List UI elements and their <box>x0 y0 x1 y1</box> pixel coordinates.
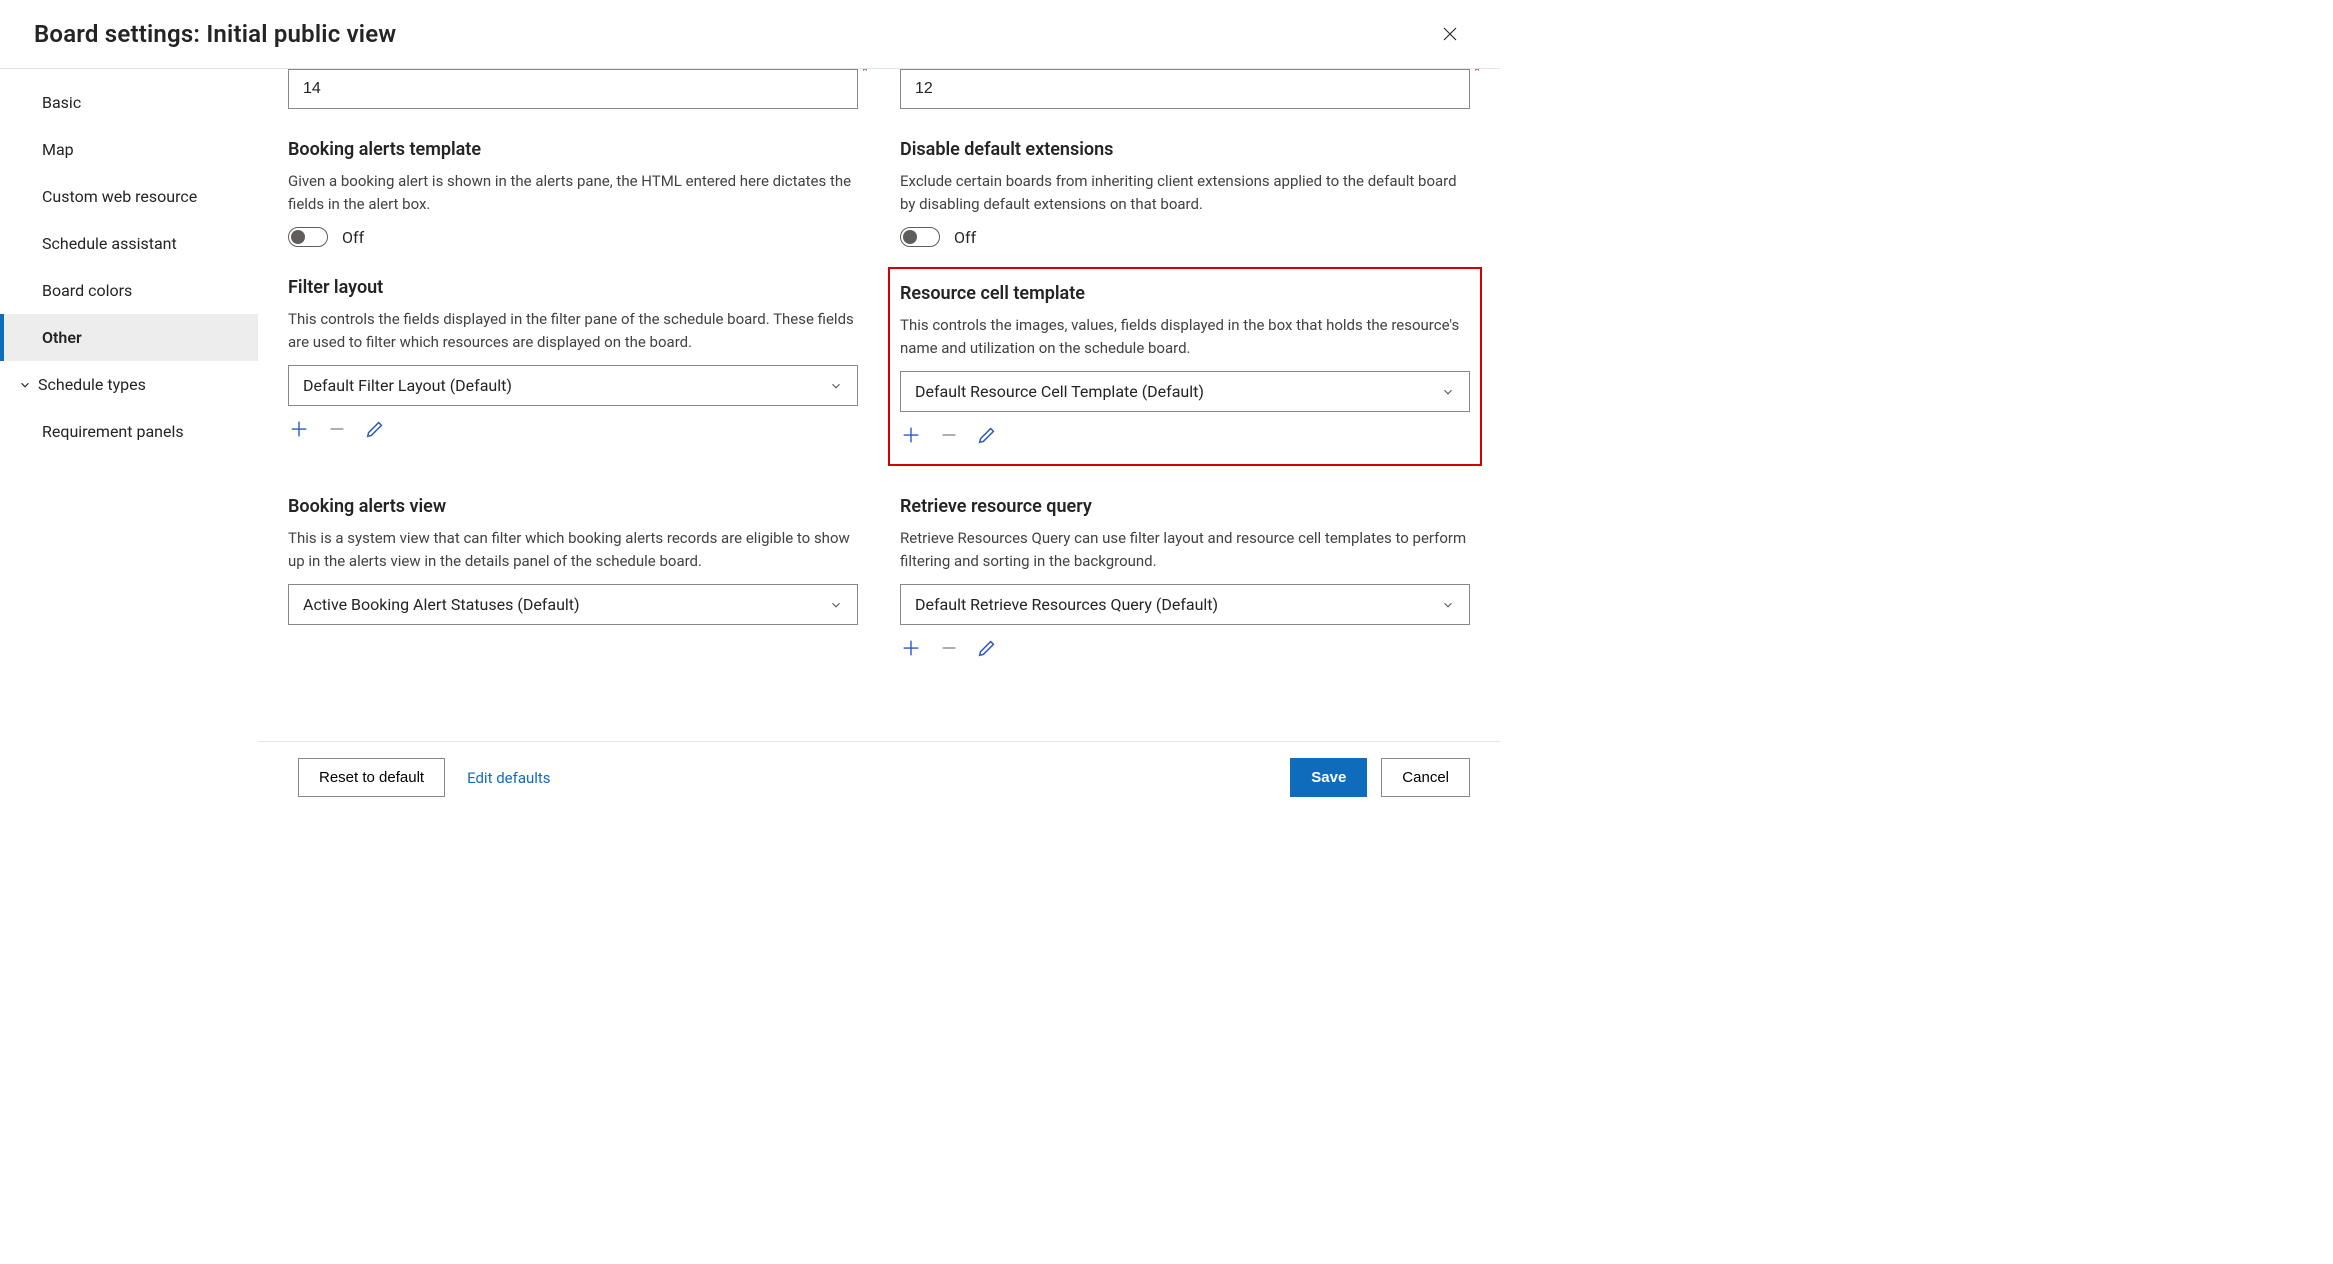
highlight-resource-cell: Resource cell template This controls the… <box>888 267 1482 466</box>
block-title: Retrieve resource query <box>900 496 1470 517</box>
dialog-title: Board settings: Initial public view <box>34 20 396 48</box>
select-resource-cell-template[interactable]: Default Resource Cell Template (Default) <box>900 371 1470 412</box>
field-number-right <box>900 69 1470 109</box>
sidebar-item-other[interactable]: Other <box>0 314 258 361</box>
button-label: Save <box>1311 769 1346 786</box>
select-value: Default Retrieve Resources Query (Defaul… <box>915 595 1218 614</box>
add-button[interactable] <box>900 424 922 446</box>
remove-button[interactable] <box>938 637 960 659</box>
sidebar-item-label: Other <box>42 328 82 347</box>
block-desc: Retrieve Resources Query can use filter … <box>900 527 1470 572</box>
number-input-left[interactable] <box>288 69 858 109</box>
toggle-label: Off <box>342 228 364 247</box>
remove-button[interactable] <box>938 424 960 446</box>
sidebar-item-label: Schedule assistant <box>42 234 177 253</box>
action-row <box>900 637 1470 659</box>
sidebar-item-map[interactable]: Map <box>0 126 258 173</box>
chevron-down-icon <box>829 598 843 612</box>
close-icon <box>1441 25 1459 43</box>
dialog-header: Board settings: Initial public view <box>0 0 1500 69</box>
save-button[interactable]: Save <box>1290 758 1367 797</box>
close-button[interactable] <box>1434 18 1466 50</box>
add-button[interactable] <box>288 418 310 440</box>
sidebar-group-schedule-types[interactable]: Schedule types <box>0 361 258 408</box>
sidebar-item-basic[interactable]: Basic <box>0 79 258 126</box>
block-filter-layout: Filter layout This controls the fields d… <box>288 277 858 466</box>
chevron-down-icon <box>829 379 843 393</box>
sidebar-item-requirement-panels[interactable]: Requirement panels <box>0 408 258 455</box>
button-label: Cancel <box>1402 769 1449 786</box>
block-disable-default-extensions: Disable default extensions Exclude certa… <box>900 139 1470 247</box>
sidebar-item-board-colors[interactable]: Board colors <box>0 267 258 314</box>
edit-button[interactable] <box>364 418 386 440</box>
sidebar-item-label: Requirement panels <box>42 422 184 441</box>
block-booking-alerts-view: Booking alerts view This is a system vie… <box>288 496 858 659</box>
select-value: Active Booking Alert Statuses (Default) <box>303 595 580 614</box>
chevron-down-icon <box>1441 598 1455 612</box>
dialog-body: Basic Map Custom web resource Schedule a… <box>0 69 1500 740</box>
block-title: Filter layout <box>288 277 858 298</box>
sidebar: Basic Map Custom web resource Schedule a… <box>0 69 258 740</box>
cancel-button[interactable]: Cancel <box>1381 758 1470 797</box>
chevron-down-icon <box>18 378 32 392</box>
block-retrieve-resource-query: Retrieve resource query Retrieve Resourc… <box>900 496 1470 659</box>
add-button[interactable] <box>900 637 922 659</box>
toggle-disable-default-extensions[interactable] <box>900 227 940 247</box>
block-desc: This controls the fields displayed in th… <box>288 308 858 353</box>
block-title: Resource cell template <box>900 283 1470 304</box>
field-number-left <box>288 69 858 109</box>
sidebar-item-label: Board colors <box>42 281 132 300</box>
remove-button[interactable] <box>326 418 348 440</box>
select-booking-alerts-view[interactable]: Active Booking Alert Statuses (Default) <box>288 584 858 625</box>
block-desc: This is a system view that can filter wh… <box>288 527 858 572</box>
settings-panel: Booking alerts template Given a booking … <box>258 69 1500 740</box>
select-value: Default Filter Layout (Default) <box>303 376 512 395</box>
edit-defaults-link[interactable]: Edit defaults <box>467 769 550 787</box>
select-retrieve-resource-query[interactable]: Default Retrieve Resources Query (Defaul… <box>900 584 1470 625</box>
block-booking-alerts-template: Booking alerts template Given a booking … <box>288 139 858 247</box>
sidebar-item-custom-web-resource[interactable]: Custom web resource <box>0 173 258 220</box>
edit-button[interactable] <box>976 637 998 659</box>
block-resource-cell-template: Resource cell template This controls the… <box>900 283 1470 446</box>
select-filter-layout[interactable]: Default Filter Layout (Default) <box>288 365 858 406</box>
button-label: Reset to default <box>319 769 424 786</box>
block-title: Disable default extensions <box>900 139 1470 160</box>
sidebar-item-label: Basic <box>42 93 81 112</box>
block-desc: Exclude certain boards from inheriting c… <box>900 170 1470 215</box>
edit-button[interactable] <box>976 424 998 446</box>
chevron-down-icon <box>1441 385 1455 399</box>
link-label: Edit defaults <box>467 769 550 787</box>
dialog-footer: Reset to default Edit defaults Save Canc… <box>258 741 1500 813</box>
sidebar-item-label: Map <box>42 140 74 159</box>
toggle-booking-alerts-template[interactable] <box>288 227 328 247</box>
select-value: Default Resource Cell Template (Default) <box>915 382 1204 401</box>
number-input-right[interactable] <box>900 69 1470 109</box>
sidebar-item-schedule-assistant[interactable]: Schedule assistant <box>0 220 258 267</box>
block-desc: Given a booking alert is shown in the al… <box>288 170 858 215</box>
reset-to-default-button[interactable]: Reset to default <box>298 758 445 797</box>
block-title: Booking alerts view <box>288 496 858 517</box>
toggle-label: Off <box>954 228 976 247</box>
block-title: Booking alerts template <box>288 139 858 160</box>
sidebar-group-label: Schedule types <box>38 375 146 394</box>
block-desc: This controls the images, values, fields… <box>900 314 1470 359</box>
sidebar-item-label: Custom web resource <box>42 187 197 206</box>
action-row <box>288 418 858 440</box>
action-row <box>900 424 1470 446</box>
